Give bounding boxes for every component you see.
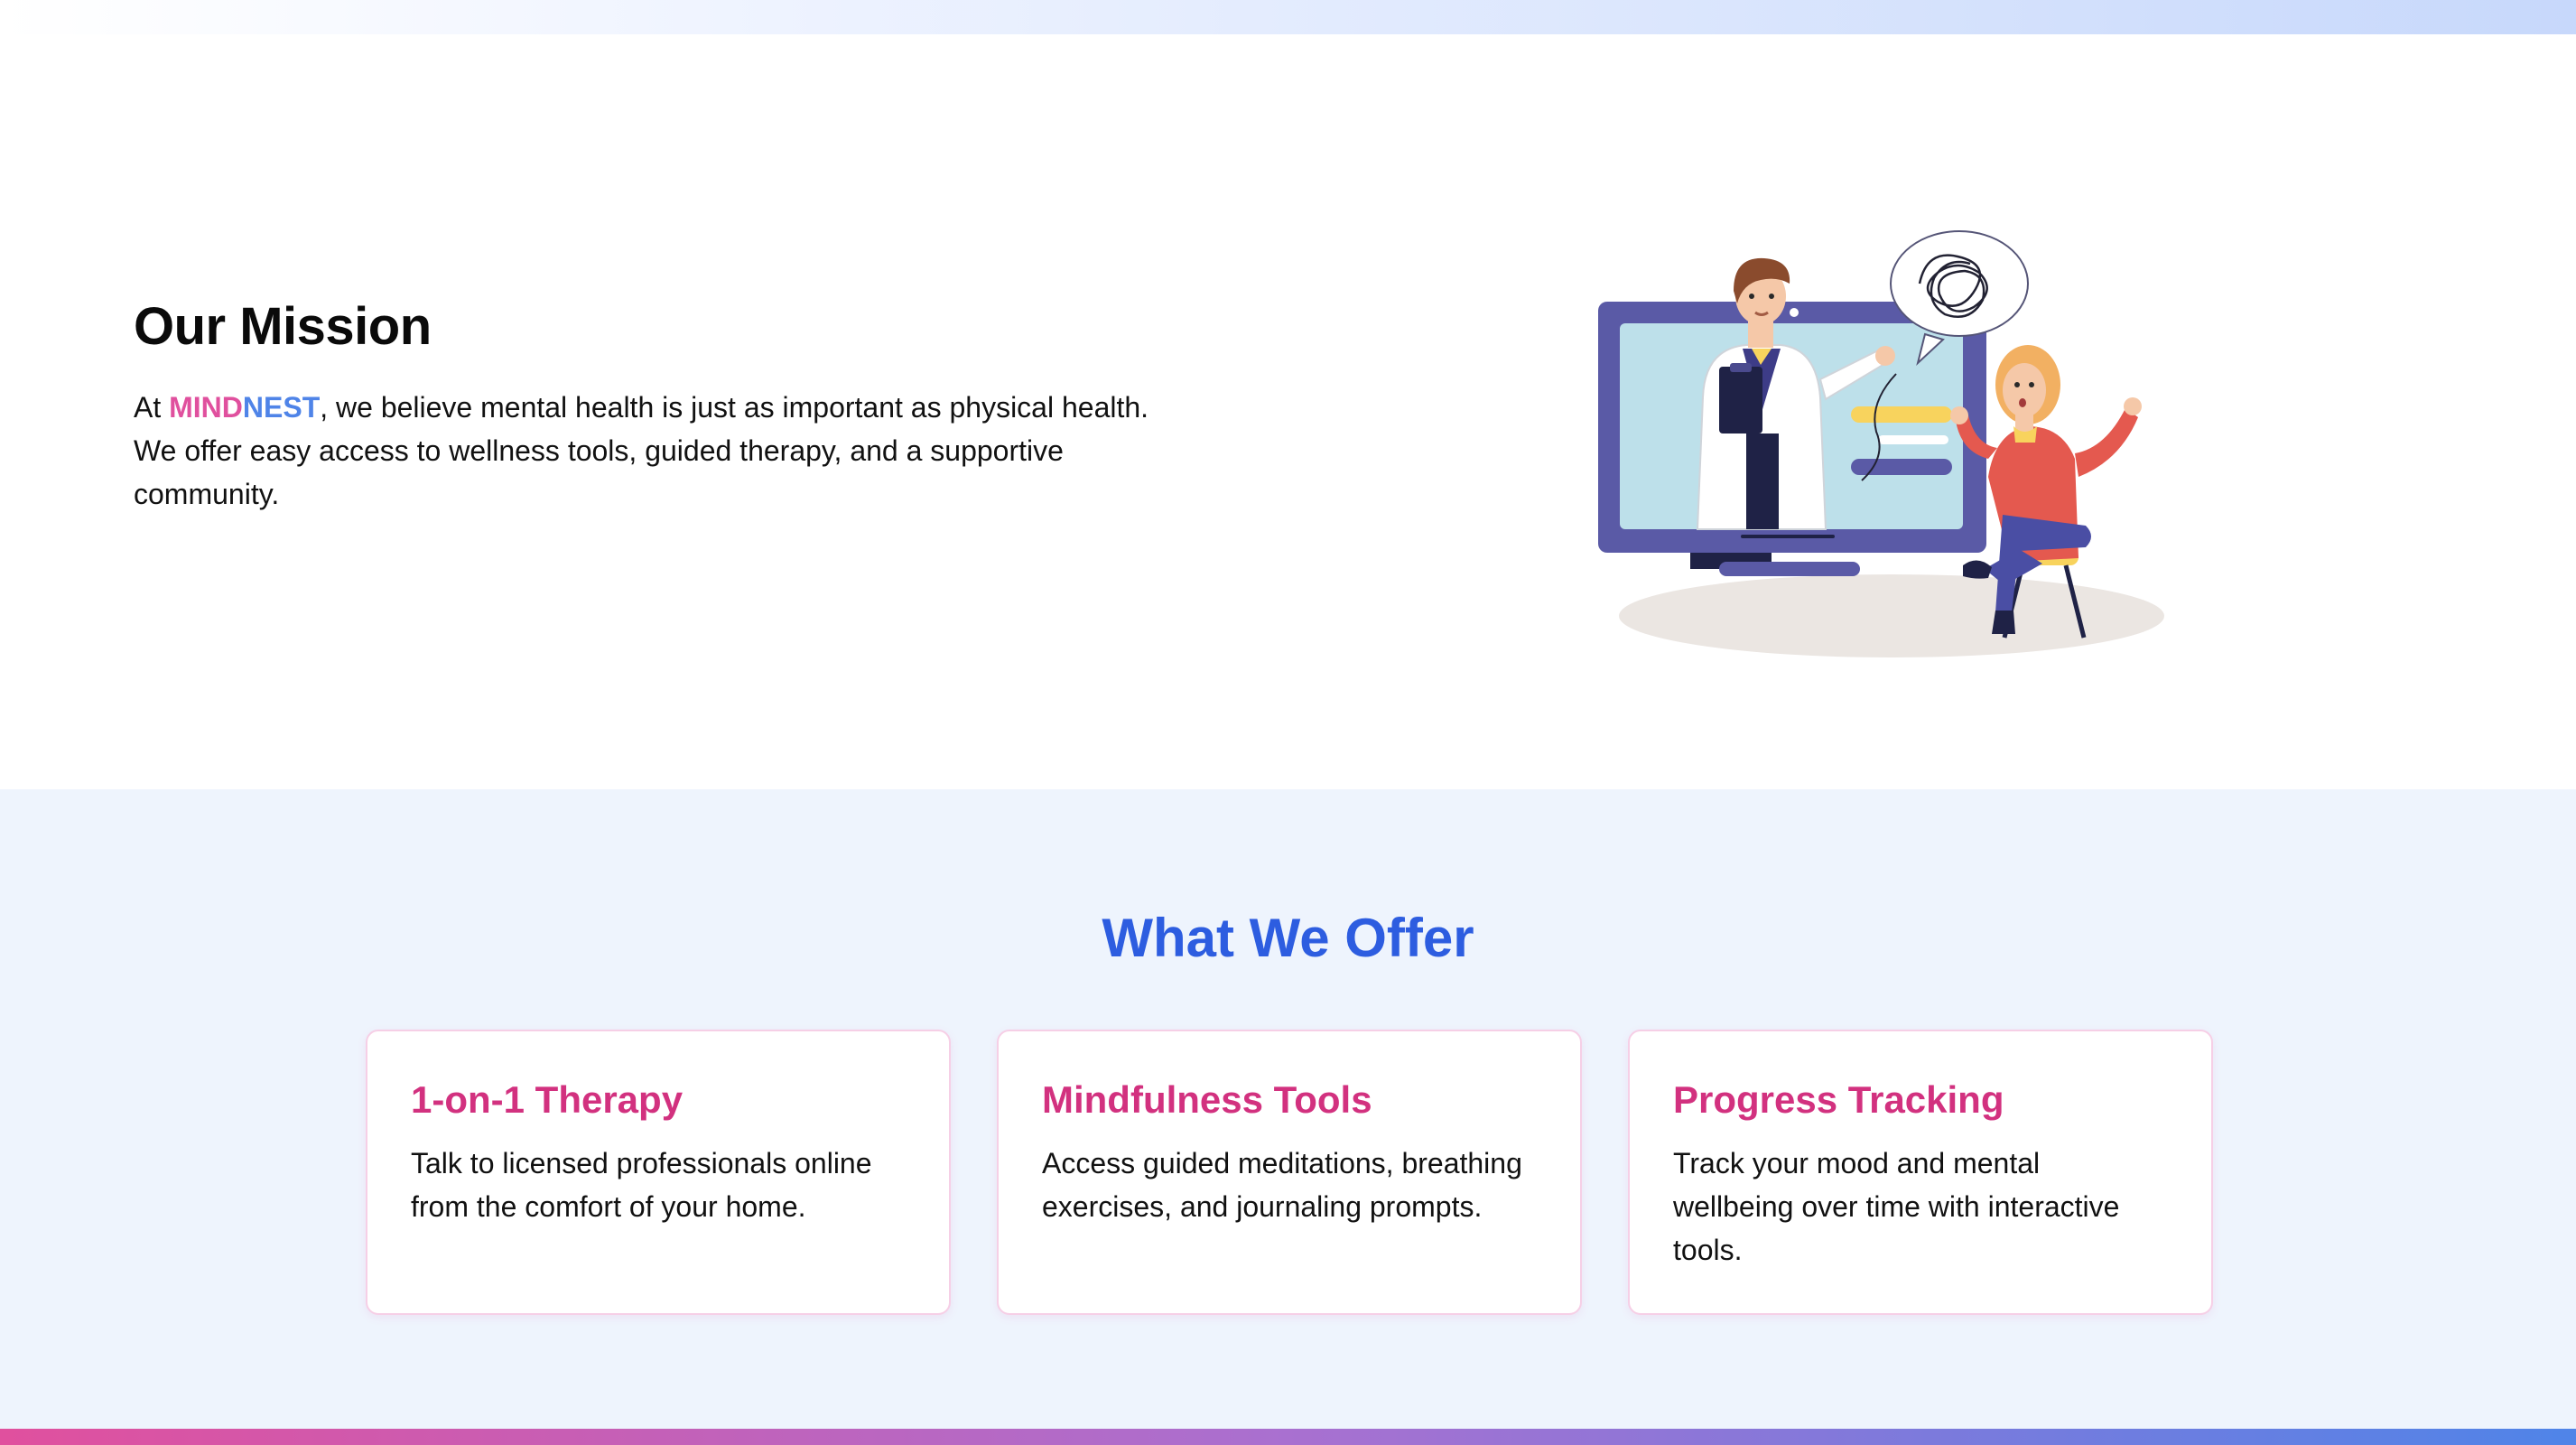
brand-name-nest: NEST (242, 391, 321, 424)
mission-paragraph: At MINDNEST, we believe mental health is… (134, 386, 1199, 516)
screen-ui-bar (1878, 435, 1948, 444)
mission-intro: At (134, 391, 170, 424)
card-title: 1-on-1 Therapy (411, 1078, 684, 1121)
bottom-gradient-band (0, 1429, 2576, 1445)
floor-shadow (1619, 574, 2164, 657)
offer-cards: 1-on-1 Therapy Talk to licensed professi… (366, 1030, 2213, 1315)
offer-card-therapy: 1-on-1 Therapy Talk to licensed professi… (366, 1030, 951, 1315)
screen-ui-bar (1851, 406, 1952, 423)
mission-section: Our Mission At MINDNEST, we believe ment… (0, 34, 2576, 789)
screen-ui-bar (1851, 459, 1952, 475)
card-description: Track your mood and mental wellbeing ove… (1673, 1147, 2120, 1266)
offer-card-progress: Progress Tracking Track your mood and me… (1628, 1030, 2213, 1315)
top-gradient-band (0, 0, 2576, 34)
card-title: Mindfulness Tools (1042, 1078, 1372, 1121)
offer-section: What We Offer 1-on-1 Therapy Talk to lic… (0, 789, 2576, 1429)
offer-title: What We Offer (1102, 908, 1474, 968)
card-title: Progress Tracking (1673, 1078, 2004, 1121)
mission-title: Our Mission (134, 297, 432, 356)
mission-text-block: Our Mission At MINDNEST, we believe ment… (134, 296, 1199, 516)
brand-name-mind: MIND (169, 391, 243, 424)
card-description: Access guided meditations, breathing exe… (1042, 1147, 1522, 1223)
online-therapy-illustration (1598, 230, 2164, 657)
card-description: Talk to licensed professionals online fr… (411, 1147, 872, 1223)
offer-card-mindfulness: Mindfulness Tools Access guided meditati… (997, 1030, 1582, 1315)
